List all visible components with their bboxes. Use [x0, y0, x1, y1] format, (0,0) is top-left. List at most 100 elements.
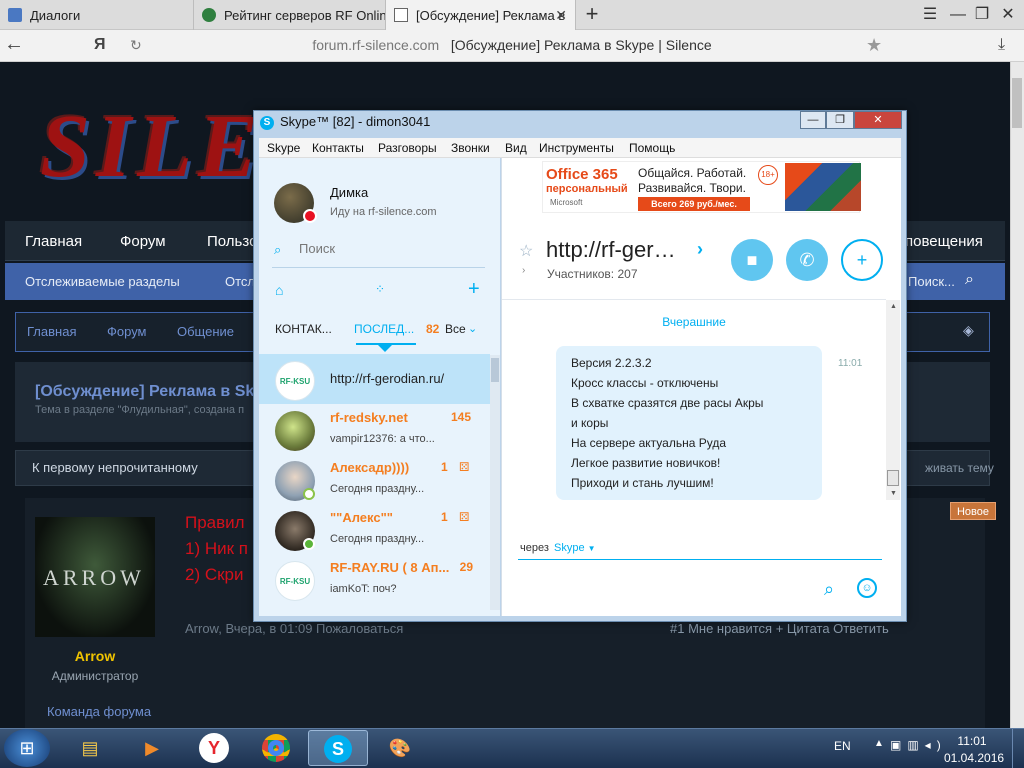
- filter-all[interactable]: Все: [445, 322, 466, 336]
- layers-icon[interactable]: ◈: [963, 322, 974, 339]
- chevron-right-icon[interactable]: ›: [697, 239, 703, 260]
- via-value: Skype: [554, 542, 585, 554]
- explorer-icon[interactable]: ▤: [60, 730, 120, 766]
- site-icon: [202, 8, 216, 22]
- favorite-star-icon[interactable]: ☆: [519, 241, 533, 261]
- tab-dialogs[interactable]: Диалоги: [0, 0, 194, 30]
- user-avatar[interactable]: ARROW: [35, 517, 155, 637]
- tray-icons[interactable]: ▣▥◂): [890, 738, 947, 752]
- tab-rating[interactable]: Рейтинг серверов RF Online: [194, 0, 386, 30]
- subnav-watched-threads[interactable]: Отсл: [225, 274, 255, 289]
- chat-item[interactable]: rf-redsky.net vampir12376: а что... 145: [259, 404, 490, 454]
- skype-taskbar-icon[interactable]: S: [308, 730, 368, 766]
- page-scrollbar[interactable]: [1010, 62, 1024, 728]
- maximize-icon[interactable]: ❐: [968, 2, 996, 28]
- chat-item[interactable]: RF-KSU http://rf-gerodian.ru/: [259, 354, 490, 404]
- new-tab-button[interactable]: +: [578, 2, 606, 28]
- search-icon[interactable]: ⌕: [965, 271, 974, 289]
- dialpad-icon[interactable]: ⁘: [375, 282, 385, 296]
- expand-icon[interactable]: ›: [522, 265, 525, 276]
- menu-conversations[interactable]: Разговоры: [378, 141, 437, 155]
- clock-time[interactable]: 11:01: [944, 734, 1000, 748]
- download-icon[interactable]: ⤓: [998, 36, 1005, 54]
- call-button[interactable]: ✆: [786, 239, 828, 281]
- chat-list-scrollbar[interactable]: [490, 355, 500, 610]
- menu-tools[interactable]: Инструменты: [539, 141, 614, 155]
- skype-close-button[interactable]: ✕: [854, 111, 902, 129]
- nav-forum[interactable]: Форум: [120, 233, 166, 250]
- unread-count: 1: [441, 460, 448, 474]
- video-call-button[interactable]: ■: [731, 239, 773, 281]
- ad-brand: Office 365: [546, 166, 618, 183]
- menu-calls[interactable]: Звонки: [451, 141, 490, 155]
- close-window-icon[interactable]: ✕: [994, 2, 1022, 28]
- conversation-title[interactable]: http://rf-gerodian.ru/: [546, 237, 686, 263]
- nav-home[interactable]: Главная: [25, 233, 82, 250]
- chrome-icon[interactable]: [246, 730, 306, 766]
- add-participant-button[interactable]: +: [841, 239, 883, 281]
- via-selector[interactable]: Skype ▼: [554, 542, 596, 554]
- skype-search-input[interactable]: Поиск: [299, 241, 335, 256]
- scroll-down-icon[interactable]: ▼: [890, 490, 897, 497]
- first-unread-button[interactable]: К первому непрочитанному: [32, 460, 198, 475]
- breadcrumb-home[interactable]: Главная: [27, 324, 76, 339]
- menu-help[interactable]: Помощь: [629, 141, 675, 155]
- menu-skype[interactable]: Skype: [267, 141, 300, 155]
- chevron-down-icon[interactable]: ⌄: [468, 322, 477, 335]
- nav-notifications[interactable]: повещения: [905, 233, 983, 250]
- start-button[interactable]: ⊞: [4, 729, 50, 767]
- yandex-browser-icon[interactable]: Y: [184, 730, 244, 766]
- skype-minimize-button[interactable]: —: [800, 111, 826, 129]
- nav-users[interactable]: Пользо: [207, 233, 257, 250]
- post-user-team[interactable]: Команда форума: [35, 704, 163, 719]
- url-host: forum.rf-silence.com: [312, 37, 440, 53]
- menu-view[interactable]: Вид: [505, 141, 527, 155]
- skype-restore-button[interactable]: ❐: [826, 111, 854, 129]
- tab-recent[interactable]: ПОСЛЕД...: [354, 322, 414, 336]
- chat-preview: vampir12376: а что...: [330, 433, 435, 445]
- participants-count[interactable]: Участников: 207: [547, 267, 638, 281]
- show-desktop-button[interactable]: [1012, 729, 1024, 768]
- add-icon[interactable]: +: [468, 278, 480, 301]
- tab-discussion[interactable]: [Обсуждение] Реклама в ✕: [386, 0, 576, 30]
- forum-search-input[interactable]: Поиск...: [908, 274, 955, 289]
- message-scroll-thumb[interactable]: [887, 470, 899, 486]
- emoticon-icon[interactable]: ☺: [857, 578, 877, 598]
- breadcrumb-general[interactable]: Общение: [177, 324, 234, 339]
- bookmark-star-icon[interactable]: ★: [866, 35, 882, 56]
- browser-menu-icon[interactable]: ☰: [916, 2, 944, 28]
- paint-icon[interactable]: 🎨: [370, 730, 430, 766]
- page-scroll-thumb[interactable]: [1012, 78, 1022, 128]
- message-input[interactable]: [518, 559, 882, 560]
- gift-icon: ⚄: [459, 460, 470, 474]
- breadcrumb-forum[interactable]: Форум: [107, 324, 147, 339]
- unread-count: 145: [451, 410, 472, 424]
- subnav-watched-forums[interactable]: Отслеживаемые разделы: [25, 274, 180, 289]
- post-username[interactable]: Arrow: [35, 648, 155, 664]
- tab-title: Рейтинг серверов RF Online: [224, 7, 386, 23]
- tab-contacts[interactable]: КОНТАК...: [275, 322, 332, 336]
- language-indicator[interactable]: EN: [834, 739, 851, 753]
- new-badge: Новое: [950, 502, 996, 520]
- scroll-up-icon[interactable]: ▲: [890, 303, 897, 310]
- post-actions[interactable]: #1 Мне нравится + Цитата Ответить: [670, 621, 889, 636]
- media-player-icon[interactable]: ▶: [122, 730, 182, 766]
- chat-preview: iamKoT: поч?: [330, 583, 397, 595]
- message-time: 11:01: [838, 358, 863, 369]
- ad-price: Всего 269 руб./мес.: [638, 197, 750, 211]
- chat-item[interactable]: Алексадр)))) Сегодня праздну... 1 ⚄: [259, 454, 490, 504]
- my-mood[interactable]: Иду на rf-silence.com: [330, 206, 437, 218]
- watch-thread-link[interactable]: живать тему: [925, 461, 994, 475]
- chat-name: Алексадр)))): [330, 460, 410, 475]
- chat-list-scroll-thumb[interactable]: [491, 358, 499, 382]
- skype-logo-icon: S: [260, 116, 274, 130]
- paperclip-icon[interactable]: ⌕: [824, 579, 834, 600]
- menu-contacts[interactable]: Контакты: [312, 141, 364, 155]
- close-tab-icon[interactable]: ✕: [555, 7, 567, 24]
- tray-expand-icon[interactable]: ▲: [874, 738, 884, 749]
- my-name[interactable]: Димка: [330, 185, 368, 200]
- chat-item[interactable]: RF-KSU RF-RAY.RU ( 8 Ап... iamKoT: поч? …: [259, 554, 490, 604]
- home-icon[interactable]: ⌂: [275, 282, 283, 298]
- chat-item[interactable]: ""Алекс"" Сегодня праздну... 1 ⚄: [259, 504, 490, 554]
- clock-date[interactable]: 01.04.2016: [944, 751, 1004, 765]
